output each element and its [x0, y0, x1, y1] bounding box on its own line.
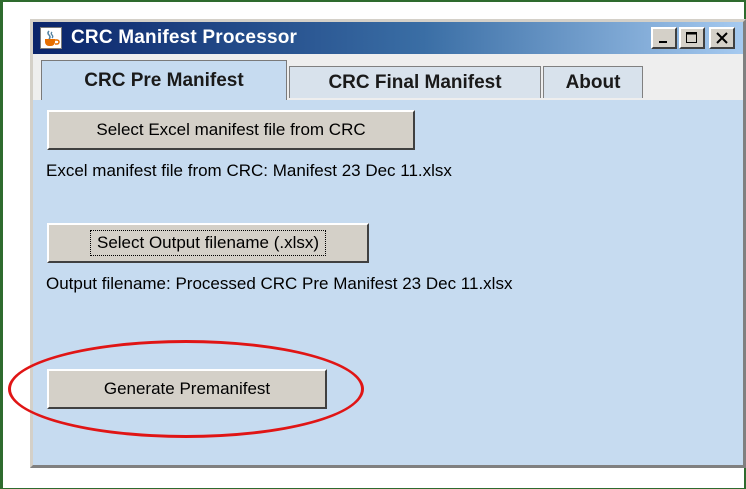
tab-about[interactable]: About	[543, 66, 643, 98]
focus-outline: Select Output filename (.xlsx)	[89, 230, 327, 256]
select-excel-file-button[interactable]: Select Excel manifest file from CRC	[47, 110, 415, 150]
maximize-icon	[686, 32, 697, 43]
window-title: CRC Manifest Processor	[71, 27, 298, 48]
tab-strip: CRC Pre Manifest CRC Final Manifest Abou…	[33, 54, 743, 100]
tab-label: CRC Pre Manifest	[84, 69, 244, 91]
tab-label: About	[565, 71, 621, 93]
select-output-filename-button[interactable]: Select Output filename (.xlsx)	[47, 223, 369, 263]
title-bar[interactable]: CRC Manifest Processor	[33, 22, 743, 54]
tab-crc-final-manifest[interactable]: CRC Final Manifest	[289, 66, 541, 98]
generate-premanifest-button[interactable]: Generate Premanifest	[47, 369, 327, 409]
tab-crc-pre-manifest[interactable]: CRC Pre Manifest	[41, 60, 287, 100]
app-window: CRC Manifest Processor CRC Pre Manifest …	[30, 19, 746, 468]
tab-label: CRC Final Manifest	[328, 71, 502, 93]
close-icon	[716, 32, 728, 44]
output-filename-label: Output filename: Processed CRC Pre Manif…	[46, 274, 513, 293]
excel-file-label: Excel manifest file from CRC: Manifest 2…	[46, 161, 452, 180]
java-coffee-cup-icon	[40, 27, 62, 49]
minimize-button[interactable]	[651, 27, 677, 49]
minimize-icon	[659, 41, 667, 43]
close-button[interactable]	[709, 27, 735, 49]
maximize-button[interactable]	[679, 27, 705, 49]
